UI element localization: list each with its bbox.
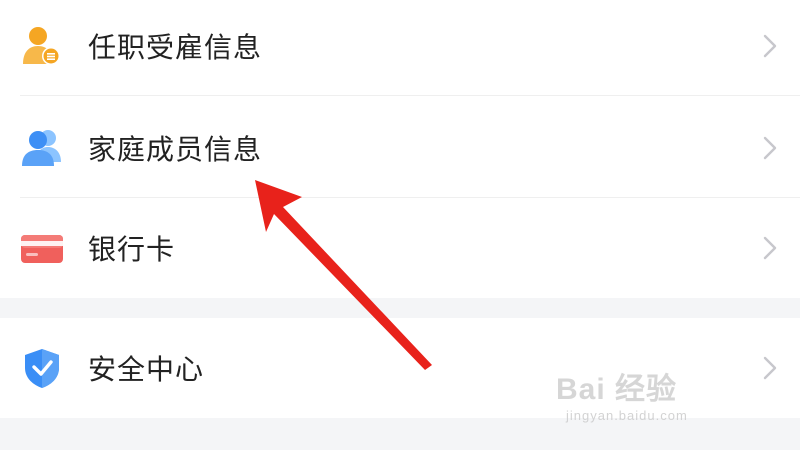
watermark: Bai 经验 jingyan.baidu.com — [556, 364, 756, 430]
menu-item-label: 安全中心 — [88, 353, 205, 386]
divider — [20, 95, 800, 96]
chevron-right-icon — [763, 34, 777, 58]
menu-item-label: 家庭成员信息 — [88, 133, 263, 166]
family-members-icon — [22, 130, 61, 166]
chevron-right-icon — [763, 236, 777, 260]
menu-item-label: 银行卡 — [88, 233, 176, 266]
menu-item-family-members[interactable]: 家庭成员信息 — [0, 98, 800, 198]
watermark-url: jingyan.baidu.com — [566, 408, 688, 423]
menu-item-bank-card[interactable]: 银行卡 — [0, 198, 800, 298]
bank-card-icon — [21, 235, 63, 263]
menu-item-label: 任职受雇信息 — [88, 31, 263, 64]
employment-info-icon — [23, 27, 60, 65]
chevron-right-icon — [763, 136, 777, 160]
chevron-right-icon — [763, 356, 777, 380]
menu-group-personal-info: 任职受雇信息 家庭成员信息 银行卡 — [0, 0, 800, 298]
watermark-logo: Bai 经验 — [556, 373, 678, 406]
shield-icon — [25, 349, 59, 388]
menu-item-employment-info[interactable]: 任职受雇信息 — [0, 0, 800, 96]
